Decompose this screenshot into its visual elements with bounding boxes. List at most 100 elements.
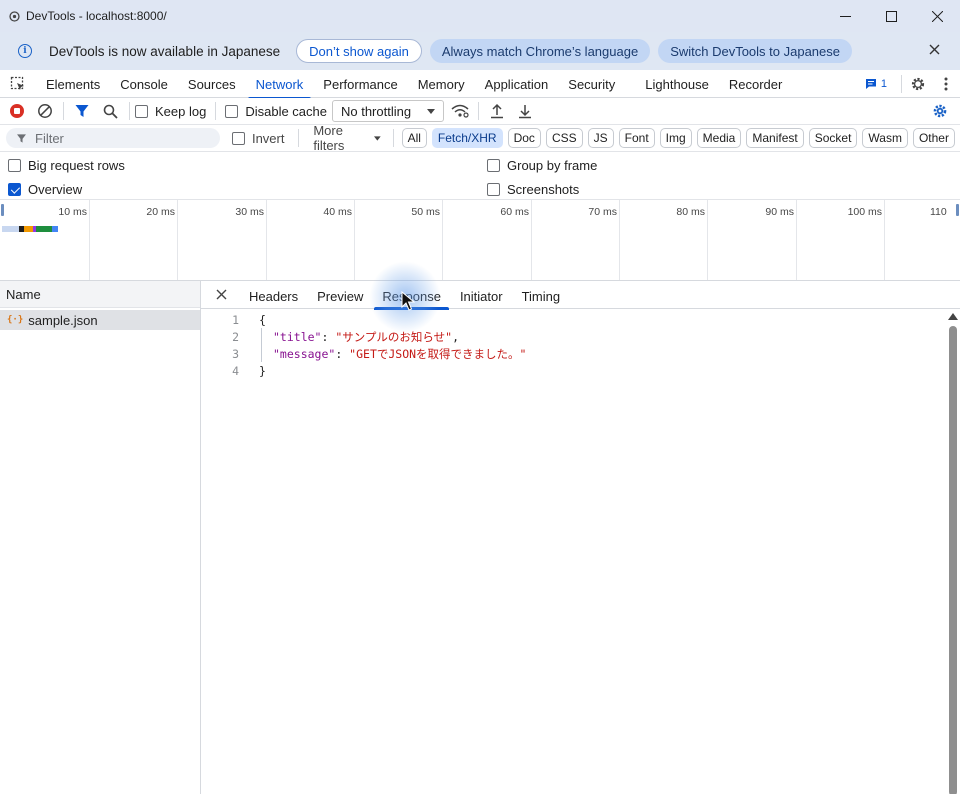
group-by-frame-box[interactable] xyxy=(487,159,500,172)
grid-line xyxy=(884,200,885,280)
throttling-select[interactable]: No throttling xyxy=(331,100,444,122)
request-waterfall-bar xyxy=(2,226,58,232)
tab-application[interactable]: Application xyxy=(475,70,559,98)
tab-memory[interactable]: Memory xyxy=(408,70,475,98)
tab-elements[interactable]: Elements xyxy=(36,70,110,98)
indent-guide xyxy=(261,328,262,362)
line-number: 3 xyxy=(232,346,239,361)
clear-button[interactable] xyxy=(31,98,59,124)
type-filter-font[interactable]: Font xyxy=(618,128,655,148)
infobar-message: DevTools is now available in Japanese xyxy=(49,43,281,59)
search-button[interactable] xyxy=(96,98,124,124)
mouse-cursor-icon xyxy=(401,291,416,311)
overview-checkbox[interactable]: Overview xyxy=(8,182,82,197)
code-line: 3 "message": "GETでJSONを取得できました。" xyxy=(201,345,946,362)
request-name: sample.json xyxy=(28,312,98,328)
close-window-button[interactable] xyxy=(914,0,960,32)
import-har-button[interactable] xyxy=(483,98,511,124)
tab-performance[interactable]: Performance xyxy=(313,70,407,98)
switch-to-japanese-button[interactable]: Switch DevTools to Japanese xyxy=(658,39,852,63)
tab-console[interactable]: Console xyxy=(110,70,178,98)
screenshots-label: Screenshots xyxy=(507,182,580,197)
json-value: "GETでJSONを取得できました。" xyxy=(349,346,527,361)
type-filter-img[interactable]: Img xyxy=(659,128,692,148)
filter-input[interactable]: Filter xyxy=(6,128,220,148)
type-filter-all[interactable]: All xyxy=(401,128,427,148)
detail-tab-timing[interactable]: Timing xyxy=(514,281,569,309)
json-comma: , xyxy=(452,329,460,344)
tab-recorder[interactable]: Recorder xyxy=(719,70,792,98)
type-filter-wasm[interactable]: Wasm xyxy=(862,128,908,148)
stop-recording-button[interactable] xyxy=(3,98,31,124)
request-list: Name {·} sample.json xyxy=(0,281,201,794)
maximize-button[interactable] xyxy=(868,0,914,32)
divider xyxy=(477,102,479,120)
scroll-thumb[interactable] xyxy=(949,326,957,794)
type-filter-css[interactable]: CSS xyxy=(545,128,583,148)
timeline-tick: 30 ms xyxy=(235,206,264,218)
response-body[interactable]: 1 { 2 "title": "サンプルのお知らせ", 3 "message":… xyxy=(201,311,946,379)
detail-tab-headers[interactable]: Headers xyxy=(241,281,306,309)
timeline-tick: 100 ms xyxy=(847,206,882,218)
detail-tab-initiator[interactable]: Initiator xyxy=(452,281,511,309)
divider xyxy=(298,129,300,147)
big-request-rows-checkbox[interactable]: Big request rows xyxy=(8,158,125,173)
overview-box[interactable] xyxy=(8,183,21,196)
big-request-rows-box[interactable] xyxy=(8,159,21,172)
detail-tab-preview[interactable]: Preview xyxy=(309,281,371,309)
close-infobar-icon[interactable] xyxy=(929,43,940,58)
always-match-language-button[interactable]: Always match Chrome’s language xyxy=(429,39,651,63)
screenshots-box[interactable] xyxy=(487,183,500,196)
code-line: 4 } xyxy=(201,362,946,379)
overview-left-handle[interactable] xyxy=(1,204,4,216)
keep-log-checkbox[interactable]: Keep log xyxy=(135,104,206,119)
type-filter-other[interactable]: Other xyxy=(912,128,955,148)
invert-box[interactable] xyxy=(231,131,245,145)
type-filter-media[interactable]: Media xyxy=(696,128,742,148)
network-settings-button[interactable] xyxy=(926,98,954,124)
filter-toggle-button[interactable] xyxy=(68,98,96,124)
more-options-button[interactable] xyxy=(932,71,960,97)
timeline-tick: 90 ms xyxy=(765,206,794,218)
type-filter-doc[interactable]: Doc xyxy=(507,128,541,148)
type-filter-js[interactable]: JS xyxy=(587,128,614,148)
disable-cache-box[interactable] xyxy=(225,104,239,118)
settings-button[interactable] xyxy=(904,71,932,97)
grid-line xyxy=(707,200,708,280)
tab-lighthouse[interactable]: Lighthouse xyxy=(635,70,719,98)
grid-line xyxy=(442,200,443,280)
overview-right-handle[interactable] xyxy=(956,204,959,216)
close-detail-button[interactable] xyxy=(201,289,241,300)
export-har-button[interactable] xyxy=(511,98,539,124)
group-by-frame-label: Group by frame xyxy=(507,158,598,173)
screenshots-checkbox[interactable]: Screenshots xyxy=(487,182,579,197)
network-conditions-button[interactable] xyxy=(446,98,474,124)
more-filters-dropdown[interactable]: More filters xyxy=(313,123,381,153)
issues-counter[interactable]: 1 xyxy=(865,78,887,90)
name-column-header[interactable]: Name xyxy=(0,281,200,308)
resource-type-filters: All Fetch/XHR Doc CSS JS Font Img Media … xyxy=(401,128,960,148)
type-filter-fetch-xhr[interactable]: Fetch/XHR xyxy=(431,128,503,148)
request-row[interactable]: {·} sample.json xyxy=(0,310,200,330)
disable-cache-checkbox[interactable]: Disable cache xyxy=(225,104,327,119)
disable-cache-label: Disable cache xyxy=(245,103,327,119)
name-column-label: Name xyxy=(6,286,41,302)
minimize-button[interactable] xyxy=(822,0,868,32)
type-filter-socket[interactable]: Socket xyxy=(808,128,858,148)
dont-show-again-button[interactable]: Don’t show again xyxy=(296,39,422,63)
type-filter-manifest[interactable]: Manifest xyxy=(746,128,804,148)
network-overview-timeline[interactable]: 10 ms 20 ms 30 ms 40 ms 50 ms 60 ms 70 m… xyxy=(0,200,960,281)
clear-icon xyxy=(38,104,52,118)
download-icon xyxy=(518,105,531,119)
tab-network[interactable]: Network xyxy=(246,70,314,99)
grid-line xyxy=(266,200,267,280)
keep-log-box[interactable] xyxy=(135,104,148,118)
timeline-tick: 40 ms xyxy=(323,206,352,218)
tab-security[interactable]: Security xyxy=(558,70,625,98)
inspect-element-icon[interactable] xyxy=(10,76,26,92)
gear-icon xyxy=(911,77,925,91)
group-by-frame-checkbox[interactable]: Group by frame xyxy=(487,158,597,173)
invert-checkbox[interactable]: Invert xyxy=(231,131,284,146)
tab-sources[interactable]: Sources xyxy=(178,70,246,98)
response-scrollbar[interactable] xyxy=(946,309,960,794)
